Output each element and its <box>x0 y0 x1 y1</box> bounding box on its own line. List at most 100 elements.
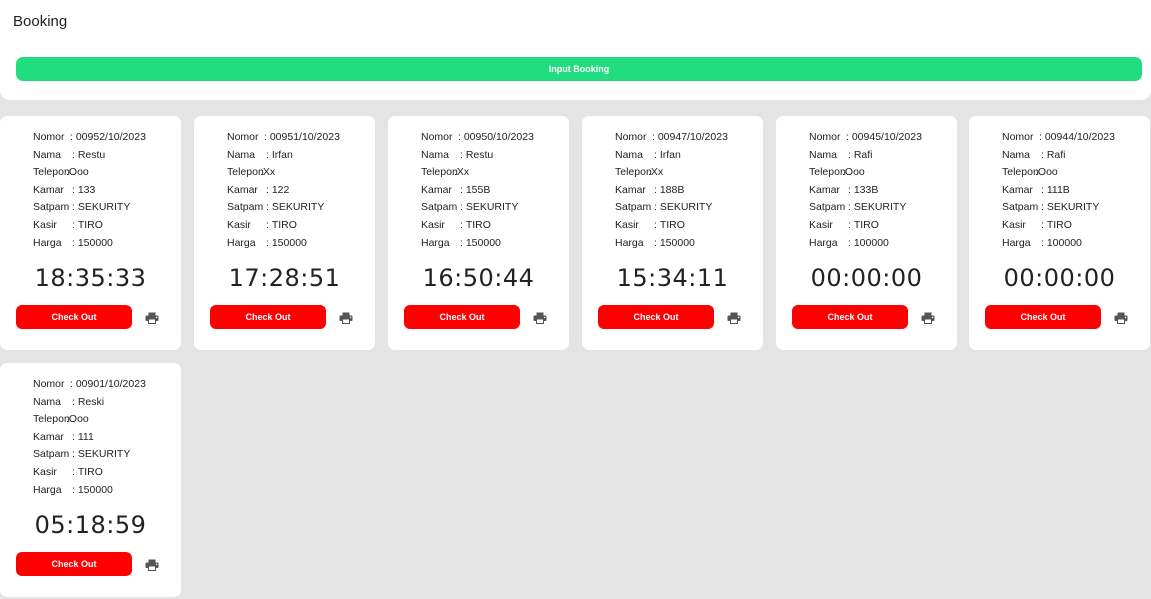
info-row-harga: Harga: 150000 <box>421 237 534 255</box>
kasir-label: Kasir <box>421 218 445 231</box>
info-row-nama: Nama: Rafi <box>1002 149 1115 167</box>
info-row-harga: Harga: 150000 <box>615 237 728 255</box>
info-row-kasir: Kasir: TIRO <box>615 219 728 237</box>
printer-icon[interactable] <box>533 312 547 324</box>
nama-label: Nama <box>227 148 256 161</box>
checkout-button[interactable]: Check Out <box>598 305 714 329</box>
booking-info: Nomor: 00952/10/2023 Nama: Restu Telepon: O… <box>33 131 146 254</box>
kasir-label: Kasir <box>227 218 251 231</box>
checkout-button[interactable]: Check Out <box>985 305 1101 329</box>
nomor-value: 00952/10/2023 <box>75 131 146 143</box>
satpam-value: SEKURITY <box>1046 201 1100 214</box>
info-row-kamar: Kamar: 122 <box>227 184 340 202</box>
telepon-label: Telepon <box>421 166 458 179</box>
booking-card: Nomor: 00901/10/2023 Nama: Reski Telepon: O… <box>0 363 181 597</box>
printer-icon[interactable] <box>145 559 159 571</box>
info-row-kamar: Kamar: 133 <box>33 184 146 202</box>
nomor-value: 00951/10/2023 <box>269 131 340 143</box>
satpam-value: SEKURITY <box>271 201 325 214</box>
info-row-telepon: Telepon: Ooo <box>33 413 146 431</box>
satpam-value: SEKURITY <box>853 201 907 214</box>
info-row-nomor: Nomor: 00901/10/2023 <box>33 378 146 396</box>
info-row-kasir: Kasir: TIRO <box>227 219 340 237</box>
harga-value: 150000 <box>77 483 113 496</box>
harga-value: 150000 <box>659 236 695 249</box>
harga-label: Harga <box>809 236 838 249</box>
checkout-button[interactable]: Check Out <box>210 305 326 329</box>
nama-value: Rafi <box>853 148 873 161</box>
info-row-telepon: Telepon: Ooo <box>1002 166 1115 184</box>
info-row-nama: Nama: Rafi <box>809 149 922 167</box>
printer-icon[interactable] <box>921 312 935 324</box>
harga-label: Harga <box>33 236 62 249</box>
info-row-kasir: Kasir: TIRO <box>421 219 534 237</box>
nama-value: Irfan <box>659 148 681 161</box>
nomor-label: Nomor <box>33 378 65 390</box>
booking-card: Nomor: 00951/10/2023 Nama: Irfan Telepon: X… <box>194 116 375 350</box>
nomor-value: 00944/10/2023 <box>1044 131 1115 143</box>
telepon-label: Telepon <box>33 166 70 179</box>
kamar-label: Kamar <box>227 183 258 196</box>
booking-card-grid: Nomor: 00952/10/2023 Nama: Restu Telepon: O… <box>0 0 1151 599</box>
booking-info: Nomor: 00950/10/2023 Nama: Restu Telepon: X… <box>421 131 534 254</box>
nama-value: Restu <box>465 148 494 161</box>
harga-label: Harga <box>421 236 450 249</box>
telepon-value: Xx <box>262 166 276 179</box>
printer-icon[interactable] <box>1114 312 1128 324</box>
info-row-satpam: Satpam: SEKURITY <box>809 201 922 219</box>
kamar-value: 155B <box>465 183 491 196</box>
checkout-button[interactable]: Check Out <box>792 305 908 329</box>
info-row-kamar: Kamar: 111B <box>1002 184 1115 202</box>
info-row-nomor: Nomor: 00950/10/2023 <box>421 131 534 149</box>
printer-icon[interactable] <box>727 312 741 324</box>
booking-info: Nomor: 00945/10/2023 Nama: Rafi Telepon: Oo… <box>809 131 922 254</box>
elapsed-timer: 18:35:33 <box>34 264 147 292</box>
nomor-label: Nomor <box>809 131 841 143</box>
info-row-harga: Harga: 100000 <box>1002 237 1115 255</box>
checkout-button[interactable]: Check Out <box>16 305 132 329</box>
elapsed-timer: 16:50:44 <box>422 264 535 292</box>
kasir-value: TIRO <box>1046 218 1072 231</box>
info-row-kamar: Kamar: 111 <box>33 431 146 449</box>
telepon-value: Xx <box>650 166 664 179</box>
telepon-label: Telepon <box>227 166 264 179</box>
checkout-button[interactable]: Check Out <box>404 305 520 329</box>
satpam-value: SEKURITY <box>659 201 713 214</box>
info-row-telepon: Telepon: Xx <box>227 166 340 184</box>
printer-icon[interactable] <box>339 312 353 324</box>
nama-label: Nama <box>421 148 450 161</box>
kamar-label: Kamar <box>33 183 64 196</box>
kamar-value: 188B <box>659 183 685 196</box>
info-row-nama: Nama: Restu <box>421 149 534 167</box>
elapsed-timer: 00:00:00 <box>1003 264 1116 292</box>
info-row-satpam: Satpam: SEKURITY <box>33 201 146 219</box>
info-row-satpam: Satpam: SEKURITY <box>615 201 728 219</box>
kamar-value: 133 <box>77 183 96 196</box>
kamar-value: 133B <box>853 183 879 196</box>
booking-info: Nomor: 00951/10/2023 Nama: Irfan Telepon: X… <box>227 131 340 254</box>
info-row-satpam: Satpam: SEKURITY <box>421 201 534 219</box>
info-row-nomor: Nomor: 00944/10/2023 <box>1002 131 1115 149</box>
nomor-label: Nomor <box>227 131 259 143</box>
kamar-value: 122 <box>271 183 290 196</box>
info-row-nomor: Nomor: 00947/10/2023 <box>615 131 728 149</box>
harga-label: Harga <box>1002 236 1031 249</box>
booking-card: Nomor: 00945/10/2023 Nama: Rafi Telepon: Oo… <box>776 116 957 350</box>
elapsed-timer: 00:00:00 <box>810 264 923 292</box>
info-row-telepon: Telepon: Xx <box>615 166 728 184</box>
kasir-label: Kasir <box>33 218 57 231</box>
info-row-kasir: Kasir: TIRO <box>33 219 146 237</box>
info-row-harga: Harga: 150000 <box>227 237 340 255</box>
info-row-telepon: Telepon: Ooo <box>809 166 922 184</box>
satpam-label: Satpam <box>227 201 264 214</box>
info-row-kamar: Kamar: 133B <box>809 184 922 202</box>
printer-icon[interactable] <box>145 312 159 324</box>
booking-info: Nomor: 00901/10/2023 Nama: Reski Telepon: O… <box>33 378 146 501</box>
kasir-value: TIRO <box>659 218 685 231</box>
info-row-harga: Harga: 100000 <box>809 237 922 255</box>
nomor-label: Nomor <box>1002 131 1034 143</box>
kasir-label: Kasir <box>809 218 833 231</box>
info-row-kamar: Kamar: 155B <box>421 184 534 202</box>
checkout-button[interactable]: Check Out <box>16 552 132 576</box>
telepon-label: Telepon <box>1002 166 1039 179</box>
